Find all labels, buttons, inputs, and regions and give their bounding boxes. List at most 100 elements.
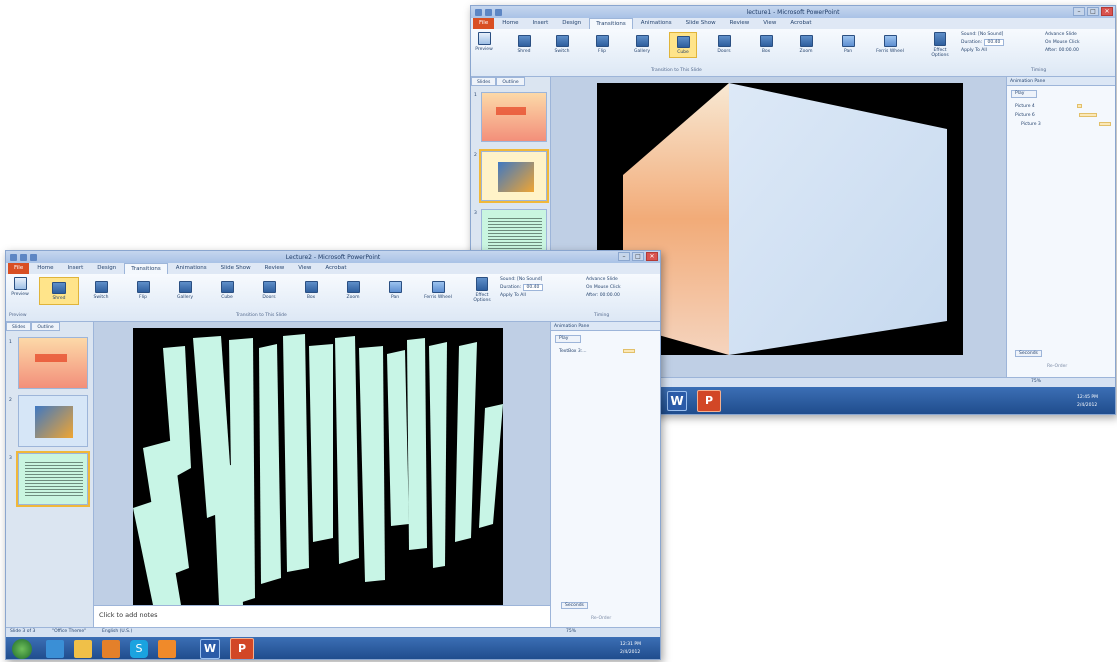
maximize-button[interactable]: □ <box>632 252 644 261</box>
slide-canvas[interactable] <box>133 328 503 605</box>
on-mouse-click-checkbox[interactable]: On Mouse Click <box>586 284 660 292</box>
slide-thumbnail-2[interactable] <box>479 149 549 203</box>
effect-options-button[interactable]: Effect Options <box>927 32 953 58</box>
word-taskbar-icon[interactable]: W <box>667 391 687 411</box>
tab-insert[interactable]: Insert <box>526 18 554 29</box>
tab-home[interactable]: Home <box>496 18 524 29</box>
tab-review[interactable]: Review <box>724 18 756 29</box>
tab-acrobat[interactable]: Acrobat <box>784 18 817 29</box>
minimize-button[interactable]: – <box>1073 7 1085 16</box>
media-player-taskbar-icon[interactable] <box>102 640 120 658</box>
start-button[interactable] <box>12 639 32 659</box>
tab-animations[interactable]: Animations <box>170 263 213 274</box>
tab-acrobat[interactable]: Acrobat <box>319 263 352 274</box>
apply-to-all-button[interactable]: Apply To All <box>500 292 584 300</box>
tab-home[interactable]: Home <box>31 263 59 274</box>
zoom-level[interactable]: 75% <box>1031 379 1041 384</box>
powerpoint-taskbar-icon[interactable]: P <box>697 390 721 412</box>
transition-gallery[interactable]: Gallery <box>629 35 655 54</box>
flip-icon <box>595 35 609 47</box>
transition-cube[interactable]: Cube <box>214 281 240 300</box>
powerpoint-taskbar-icon[interactable]: P <box>230 638 254 659</box>
seconds-dropdown[interactable]: Seconds <box>561 602 588 609</box>
seconds-dropdown[interactable]: Seconds <box>1015 350 1042 357</box>
transition-pan[interactable]: Pan <box>835 35 861 54</box>
duration-field[interactable]: 00.40 <box>522 284 544 291</box>
tab-outline[interactable]: Outline <box>496 77 525 86</box>
play-button[interactable]: Play <box>555 335 581 343</box>
transition-zoom[interactable]: Zoom <box>340 281 366 300</box>
notes-placeholder: Click to add notes <box>99 611 158 619</box>
after-field[interactable]: 00:00.00 <box>1059 48 1079 53</box>
sound-dropdown[interactable]: Sound: [No Sound] <box>500 276 584 284</box>
slides-pane: Slides Outline 1 2 3 <box>6 322 94 627</box>
maximize-button[interactable]: □ <box>1087 7 1099 16</box>
advance-slide-label: Advance Slide <box>1045 32 1077 37</box>
tab-transitions[interactable]: Transitions <box>124 263 168 274</box>
transition-switch[interactable]: Switch <box>549 35 575 54</box>
tab-slides[interactable]: Slides <box>6 322 32 331</box>
tab-transitions[interactable]: Transitions <box>589 18 633 29</box>
minimize-button[interactable]: – <box>618 252 630 261</box>
explorer-taskbar-icon[interactable] <box>74 640 92 658</box>
tab-design[interactable]: Design <box>91 263 122 274</box>
outlook-taskbar-icon[interactable] <box>158 640 176 658</box>
preview-button[interactable]: Preview <box>474 32 494 52</box>
transition-doors[interactable]: Doors <box>711 35 737 54</box>
transition-shred[interactable]: Shred <box>39 277 79 305</box>
play-button[interactable]: Play <box>1011 90 1037 98</box>
transition-cube[interactable]: Cube <box>669 32 697 58</box>
tab-animations[interactable]: Animations <box>635 18 678 29</box>
transition-ferris-wheel[interactable]: Ferris Wheel <box>420 281 456 300</box>
tab-slide-show[interactable]: Slide Show <box>680 18 722 29</box>
transition-pan[interactable]: Pan <box>382 281 408 300</box>
transition-flip[interactable]: Flip <box>589 35 615 54</box>
transition-flip[interactable]: Flip <box>130 281 156 300</box>
transition-box[interactable]: Box <box>298 281 324 300</box>
duration-field[interactable]: 00.40 <box>983 39 1005 46</box>
tab-view[interactable]: View <box>292 263 317 274</box>
transition-ferris-wheel[interactable]: Ferris Wheel <box>873 35 907 54</box>
preview-button[interactable]: Preview <box>9 277 31 297</box>
tab-insert[interactable]: Insert <box>61 263 89 274</box>
transition-switch[interactable]: Switch <box>88 281 114 300</box>
slide-thumbnail-1[interactable] <box>481 92 547 142</box>
language-indicator[interactable]: English (U.S.) <box>102 629 132 634</box>
tab-file[interactable]: File <box>8 263 30 274</box>
on-mouse-click-checkbox[interactable]: On Mouse Click <box>1045 39 1115 47</box>
word-taskbar-icon[interactable]: W <box>200 639 220 659</box>
tab-file[interactable]: File <box>473 18 495 29</box>
tab-review[interactable]: Review <box>259 263 291 274</box>
ie-taskbar-icon[interactable] <box>46 640 64 658</box>
slide-thumbnail-1[interactable] <box>18 337 88 389</box>
zoom-level[interactable]: 75% <box>566 629 576 634</box>
transition-box[interactable]: Box <box>753 35 779 54</box>
reorder-control[interactable]: Re-Order <box>591 616 611 621</box>
transition-shred[interactable]: Shred <box>511 35 537 54</box>
timing-bar <box>1099 122 1111 126</box>
slide-thumbnail-2[interactable] <box>18 395 88 447</box>
close-button[interactable]: ✕ <box>646 252 658 261</box>
sound-dropdown[interactable]: Sound: [No Sound] <box>961 31 1051 39</box>
animation-item[interactable]: Picture 3 <box>1007 120 1115 129</box>
slide-thumbnail-3[interactable] <box>16 451 90 507</box>
transition-zoom[interactable]: Zoom <box>793 35 819 54</box>
notes-pane[interactable]: Click to add notes <box>94 605 550 627</box>
tab-outline[interactable]: Outline <box>31 322 60 331</box>
animation-item[interactable]: Picture 4 <box>1007 102 1115 111</box>
apply-to-all-button[interactable]: Apply To All <box>961 47 1051 55</box>
slide-number: 2 <box>474 153 477 158</box>
effect-options-button[interactable]: Effect Options <box>469 277 495 303</box>
close-button[interactable]: ✕ <box>1101 7 1113 16</box>
tab-view[interactable]: View <box>757 18 782 29</box>
animation-item[interactable]: Picture 6 <box>1007 111 1115 120</box>
animation-item[interactable]: TextBox 3:... <box>551 347 660 356</box>
tab-design[interactable]: Design <box>556 18 587 29</box>
transition-gallery[interactable]: Gallery <box>172 281 198 300</box>
skype-taskbar-icon[interactable]: S <box>130 640 148 658</box>
after-field[interactable]: 00:00.00 <box>600 293 620 298</box>
reorder-control[interactable]: Re-Order <box>1047 364 1067 369</box>
transition-doors[interactable]: Doors <box>256 281 282 300</box>
tab-slide-show[interactable]: Slide Show <box>215 263 257 274</box>
tab-slides[interactable]: Slides <box>471 77 497 86</box>
